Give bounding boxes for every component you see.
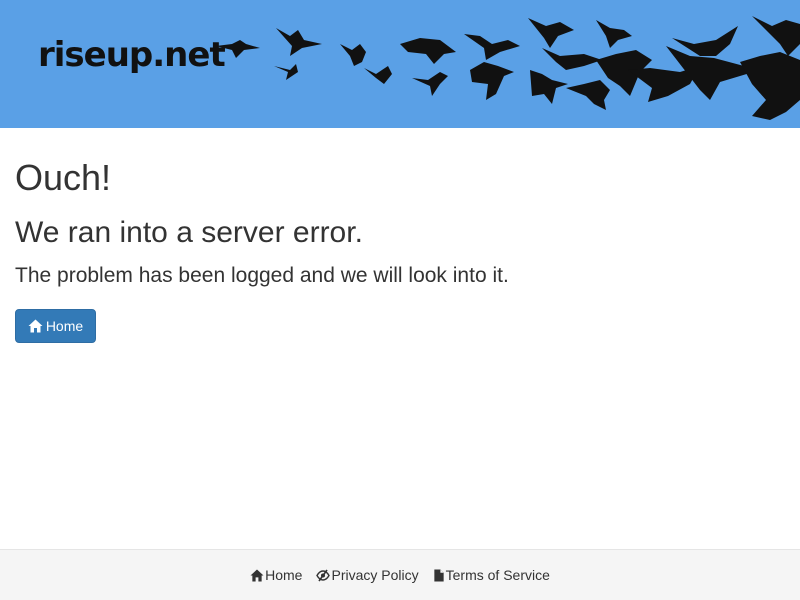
home-icon	[250, 568, 264, 582]
footer-link-label: Home	[265, 567, 303, 583]
footer-link-label: Privacy Policy	[331, 567, 419, 583]
site-logo[interactable]: riseup.net	[38, 38, 226, 72]
home-button-label: Home	[45, 318, 84, 334]
error-message: The problem has been logged and we will …	[15, 264, 509, 287]
home-button[interactable]: Home	[15, 309, 96, 343]
file-icon	[433, 568, 444, 582]
site-header: riseup.net	[0, 0, 800, 128]
error-subtitle: We ran into a server error.	[15, 216, 363, 249]
home-icon	[28, 319, 43, 333]
footer-link-label: Terms of Service	[445, 567, 550, 583]
footer-link-privacy-policy[interactable]: Privacy Policy	[316, 567, 419, 583]
eye-slash-icon	[316, 569, 331, 581]
footer-link-terms-of-service[interactable]: Terms of Service	[433, 567, 550, 583]
page-title: Ouch!	[15, 157, 112, 198]
site-footer: Home Privacy Policy Terms of Service	[0, 549, 800, 600]
footer-link-home[interactable]: Home	[250, 567, 302, 583]
